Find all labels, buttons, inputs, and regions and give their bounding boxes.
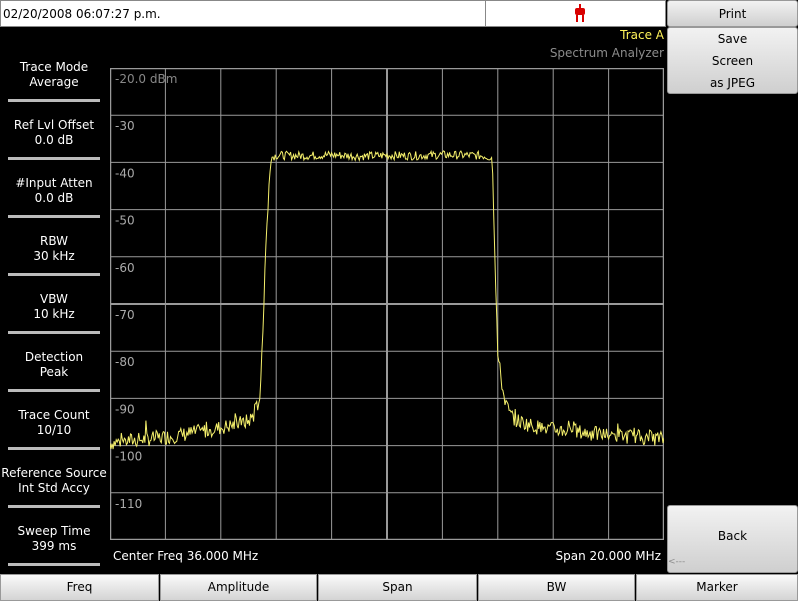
setting-title: Trace Mode <box>19 60 89 74</box>
menu-span[interactable]: Span <box>318 574 477 601</box>
setting-divider <box>8 99 100 102</box>
mode-label: Spectrum Analyzer <box>549 46 664 60</box>
setting-item: Detection Peak <box>0 350 108 380</box>
y-tick-label: -90 <box>115 402 135 416</box>
setting-title: Ref Lvl Offset <box>13 118 95 132</box>
power-plug-icon <box>575 4 585 22</box>
setting-value: 399 ms <box>31 539 77 553</box>
setting-divider <box>8 447 100 450</box>
setting-title: Trace Count <box>18 408 90 422</box>
y-tick-label: -110 <box>115 497 142 511</box>
trace-label: Trace A <box>620 28 664 42</box>
center-frequency-label: Center Freq 36.000 MHz <box>113 549 259 563</box>
setting-title: RBW <box>39 234 68 248</box>
back-arrow-icon: <--- <box>668 557 686 567</box>
y-tick-label: -20.0 dBm <box>115 72 177 86</box>
y-tick-label: -60 <box>115 261 135 275</box>
save-screen-jpeg-softkey[interactable]: Save Screen as JPEG <box>667 27 798 94</box>
setting-title: #Input Atten <box>15 176 93 190</box>
setting-value: Int Std Accy <box>18 481 90 495</box>
setting-value: 10 kHz <box>33 307 75 321</box>
setting-divider <box>8 331 100 334</box>
setting-item: Trace Mode Average <box>0 60 108 90</box>
setting-value: 10/10 <box>36 423 72 437</box>
setting-item: Ref Lvl Offset 0.0 dB <box>0 118 108 148</box>
save-line1: Save <box>717 32 748 46</box>
back-softkey[interactable]: Back <box>667 505 798 573</box>
menu-freq[interactable]: Freq <box>0 574 159 601</box>
setting-value: 30 kHz <box>33 249 75 263</box>
y-tick-label: -40 <box>115 166 135 180</box>
datetime-display: 02/20/2008 06:07:27 p.m. <box>3 7 161 21</box>
menu-amplitude[interactable]: Amplitude <box>160 574 317 601</box>
setting-title: Sweep Time <box>17 524 91 538</box>
setting-title: VBW <box>40 292 68 306</box>
y-tick-label: -100 <box>115 450 142 464</box>
setting-divider <box>8 389 100 392</box>
status-bar-divider <box>485 0 486 27</box>
setting-divider <box>8 505 100 508</box>
y-tick-label: -50 <box>115 214 135 228</box>
setting-item: Reference Source Int Std Accy <box>0 466 108 496</box>
setting-title: Detection <box>24 350 84 364</box>
setting-item: Sweep Time 399 ms <box>0 524 108 554</box>
setting-item: Trace Count 10/10 <box>0 408 108 438</box>
print-softkey[interactable]: Print <box>667 0 798 27</box>
setting-value: Average <box>29 75 79 89</box>
setting-divider <box>8 273 100 276</box>
span-label: Span 20.000 MHz <box>555 549 662 563</box>
setting-item: #Input Atten 0.0 dB <box>0 176 108 206</box>
setting-item: RBW 30 kHz <box>0 234 108 264</box>
spectrum-plot: -20.0 dBm -30 -40 -50 -60 -70 -80 -90 -100 -110 <box>110 68 664 540</box>
print-label: Print <box>718 7 747 21</box>
setting-divider <box>8 215 100 218</box>
setting-value: 0.0 dB <box>34 191 74 205</box>
setting-value: Peak <box>39 365 69 379</box>
y-tick-label: -30 <box>115 119 135 133</box>
back-label: Back <box>717 529 748 543</box>
menu-marker[interactable]: Marker <box>636 574 798 601</box>
y-tick-label: -80 <box>115 355 135 369</box>
y-tick-label: -70 <box>115 308 135 322</box>
save-line2: Screen <box>711 54 754 68</box>
setting-title: Reference Source <box>1 466 107 480</box>
menu-bw[interactable]: BW <box>478 574 635 601</box>
setting-divider <box>8 157 100 160</box>
setting-divider <box>8 563 100 566</box>
save-line3: as JPEG <box>709 76 756 90</box>
setting-item: VBW 10 kHz <box>0 292 108 322</box>
setting-value: 0.0 dB <box>34 133 74 147</box>
